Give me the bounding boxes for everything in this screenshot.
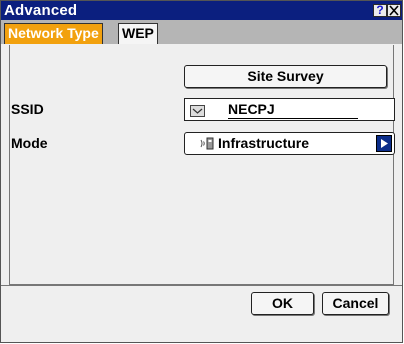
mode-next-arrow[interactable] — [376, 135, 392, 152]
tab-network-type[interactable]: Network Type — [4, 23, 103, 44]
tab-panel: Site Survey SSID NECPJ Mode Infrastructu… — [9, 45, 395, 285]
close-button[interactable] — [387, 4, 401, 17]
advanced-dialog: Advanced ? Network Type WEP Site Survey … — [0, 0, 403, 343]
ssid-field[interactable]: NECPJ — [184, 98, 395, 121]
title-bar: Advanced ? — [1, 1, 402, 20]
cancel-button[interactable]: Cancel — [322, 292, 389, 315]
site-survey-button[interactable]: Site Survey — [184, 65, 387, 88]
tab-wep[interactable]: WEP — [118, 23, 158, 44]
infrastructure-mode-icon — [199, 137, 215, 155]
mode-select[interactable]: Infrastructure — [184, 132, 395, 155]
ssid-value: NECPJ — [228, 101, 358, 119]
keyboard-icon[interactable] — [190, 104, 205, 122]
help-button[interactable]: ? — [373, 4, 387, 17]
mode-label: Mode — [11, 135, 48, 151]
ok-button[interactable]: OK — [251, 292, 314, 315]
dialog-title: Advanced — [4, 2, 78, 19]
ssid-label: SSID — [11, 101, 44, 117]
footer-divider — [1, 285, 402, 286]
tab-strip: Network Type WEP — [1, 20, 402, 44]
triangle-right-icon — [381, 139, 388, 148]
close-icon — [389, 5, 399, 16]
mode-value: Infrastructure — [218, 135, 310, 151]
